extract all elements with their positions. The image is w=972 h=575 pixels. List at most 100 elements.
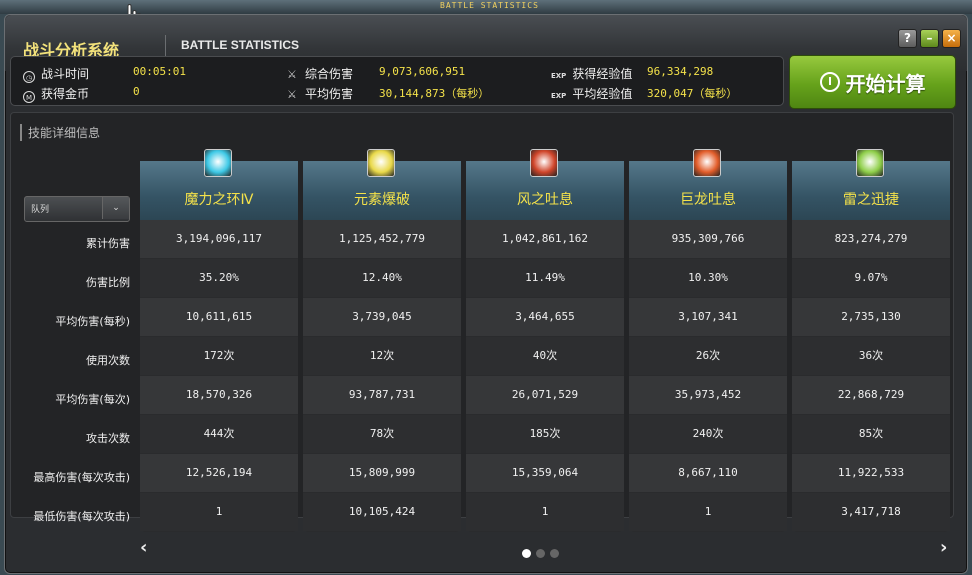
- stat-cell: 1: [140, 493, 298, 531]
- skill-column: 魔力之环Ⅳ 3,194,096,117 35.20% 10,611,615 172次 18…: [140, 149, 298, 532]
- skill-column-header[interactable]: 巨龙吐息: [629, 149, 787, 220]
- skill-icon: [693, 149, 721, 177]
- avg-damage-value: 30,144,873（每秒）: [379, 87, 490, 100]
- summary-stats-box: ◷ 战斗时间 00:05:01 M 获得金币 0 ⚔ 综合伤害 9,073,606,9…: [10, 56, 784, 106]
- total-damage-stat: ⚔ 综合伤害 9,073,606,951: [287, 65, 465, 82]
- skill-column: 元素爆破 1,125,452,779 12.40% 3,739,045 12次 93,78…: [303, 149, 461, 532]
- skill-name: 巨龙吐息: [680, 192, 736, 208]
- stat-cell: 3,739,045: [303, 298, 461, 336]
- stat-cell: 18,570,326: [140, 376, 298, 414]
- stat-cell: 93,787,731: [303, 376, 461, 414]
- row-label-avg-damage-per-use: 平均伤害(每次): [55, 393, 130, 406]
- clock-icon: ◷: [23, 71, 35, 83]
- skill-column-header[interactable]: 风之吐息: [466, 149, 624, 220]
- stat-cell: 3,417,718: [792, 493, 950, 531]
- stat-cell: 3,464,655: [466, 298, 624, 336]
- row-label-damage-ratio: 伤害比例: [86, 276, 130, 289]
- stat-cell: 8,667,110: [629, 454, 787, 492]
- stat-cell: 85次: [792, 415, 950, 453]
- stat-cell: 1,125,452,779: [303, 220, 461, 258]
- exp-tag: EXP: [551, 72, 567, 80]
- skill-column-header[interactable]: 魔力之环Ⅳ: [140, 149, 298, 220]
- page-dot-3[interactable]: [550, 549, 559, 558]
- avg-damage-label: 平均伤害: [305, 87, 354, 101]
- stat-cell: 3,107,341: [629, 298, 787, 336]
- stat-cell: 240次: [629, 415, 787, 453]
- minimize-button[interactable]: –: [920, 29, 939, 48]
- stat-cell: 10.30%: [629, 259, 787, 297]
- skill-icon: [367, 149, 395, 177]
- stat-cell: 10,611,615: [140, 298, 298, 336]
- battle-time-stat: ◷ 战斗时间 00:05:01: [23, 65, 186, 83]
- skill-name: 元素爆破: [354, 192, 410, 208]
- stat-cell: 935,309,766: [629, 220, 787, 258]
- stat-cell: 12,526,194: [140, 454, 298, 492]
- page-indicator: [522, 543, 564, 562]
- stat-cell: 26,071,529: [466, 376, 624, 414]
- stat-cell: 9.07%: [792, 259, 950, 297]
- row-label-total-damage: 累计伤害: [86, 237, 130, 250]
- sword-icon: ⚔: [287, 68, 297, 81]
- section-title: 技能详细信息: [20, 124, 100, 141]
- help-button[interactable]: ?: [898, 29, 917, 48]
- sort-dropdown-value: 队列: [31, 205, 50, 215]
- skill-column-header[interactable]: 元素爆破: [303, 149, 461, 220]
- exp-avg-value: 320,047（每秒）: [647, 87, 738, 100]
- stat-cell: 823,274,279: [792, 220, 950, 258]
- page-dot-2[interactable]: [536, 549, 545, 558]
- total-damage-value: 9,073,606,951: [379, 65, 466, 78]
- gold-stat: M 获得金币 0: [23, 85, 140, 103]
- battle-time-value: 00:05:01: [133, 65, 186, 78]
- next-page-button[interactable]: ›: [940, 537, 947, 558]
- exp-avg-label: 平均经验值: [572, 87, 633, 101]
- row-label-avg-damage-per-sec: 平均伤害(每秒): [55, 315, 130, 328]
- stat-cell: 12.40%: [303, 259, 461, 297]
- row-label-min-damage: 最低伤害(每次攻击): [33, 510, 130, 523]
- stat-cell: 35,973,452: [629, 376, 787, 414]
- page-dot-1[interactable]: [522, 549, 531, 558]
- exp-total-value: 96,334,298: [647, 65, 714, 78]
- close-button[interactable]: ×: [942, 29, 961, 48]
- skill-column-header[interactable]: 雷之迅捷: [792, 149, 950, 220]
- stat-cell: 1,042,861,162: [466, 220, 624, 258]
- row-label-use-count: 使用次数: [86, 354, 130, 367]
- skill-name: 风之吐息: [517, 192, 573, 208]
- skill-column: 雷之迅捷 823,274,279 9.07% 2,735,130 36次 22,868,7…: [792, 149, 950, 532]
- total-damage-label: 综合伤害: [305, 67, 354, 81]
- stat-cell: 10,105,424: [303, 493, 461, 531]
- start-calculation-button[interactable]: 开始计算: [789, 55, 956, 109]
- row-label-max-damage: 最高伤害(每次攻击): [33, 471, 130, 484]
- top-strip-title: BATTLE STATISTICS: [440, 1, 539, 10]
- exp-avg-stat: EXP 平均经验值 320,047（每秒）: [551, 85, 737, 102]
- stat-cell: 36次: [792, 337, 950, 375]
- skill-icon: [204, 149, 232, 177]
- stat-cell: 2,735,130: [792, 298, 950, 336]
- avg-damage-stat: ⚔ 平均伤害 30,144,873（每秒）: [287, 85, 489, 102]
- prev-page-button[interactable]: ‹: [140, 537, 147, 558]
- row-label-attack-count: 攻击次数: [86, 432, 130, 445]
- skill-column: 风之吐息 1,042,861,162 11.49% 3,464,655 40次 26,07…: [466, 149, 624, 532]
- stat-cell: 1: [466, 493, 624, 531]
- stat-cell: 15,359,064: [466, 454, 624, 492]
- stat-cell: 185次: [466, 415, 624, 453]
- sort-dropdown[interactable]: 队列 ⌄: [24, 196, 130, 222]
- stat-cell: 11.49%: [466, 259, 624, 297]
- skill-name: 魔力之环Ⅳ: [184, 192, 254, 208]
- skill-name: 雷之迅捷: [843, 192, 899, 208]
- stat-cell: 172次: [140, 337, 298, 375]
- coin-icon: M: [23, 91, 35, 103]
- stat-cell: 15,809,999: [303, 454, 461, 492]
- stat-cell: 11,922,533: [792, 454, 950, 492]
- window-subtitle: BATTLE STATISTICS: [181, 38, 299, 52]
- stat-cell: 444次: [140, 415, 298, 453]
- battle-time-label: 战斗时间: [41, 67, 90, 81]
- exp-total-stat: EXP 获得经验值 96,334,298: [551, 65, 713, 82]
- stat-cell: 3,194,096,117: [140, 220, 298, 258]
- stat-cell: 78次: [303, 415, 461, 453]
- stat-cell: 26次: [629, 337, 787, 375]
- stat-cell: 12次: [303, 337, 461, 375]
- stat-cell: 22,868,729: [792, 376, 950, 414]
- skill-icon: [530, 149, 558, 177]
- gold-label: 获得金币: [41, 87, 90, 101]
- chevron-down-icon[interactable]: ⌄: [102, 197, 129, 219]
